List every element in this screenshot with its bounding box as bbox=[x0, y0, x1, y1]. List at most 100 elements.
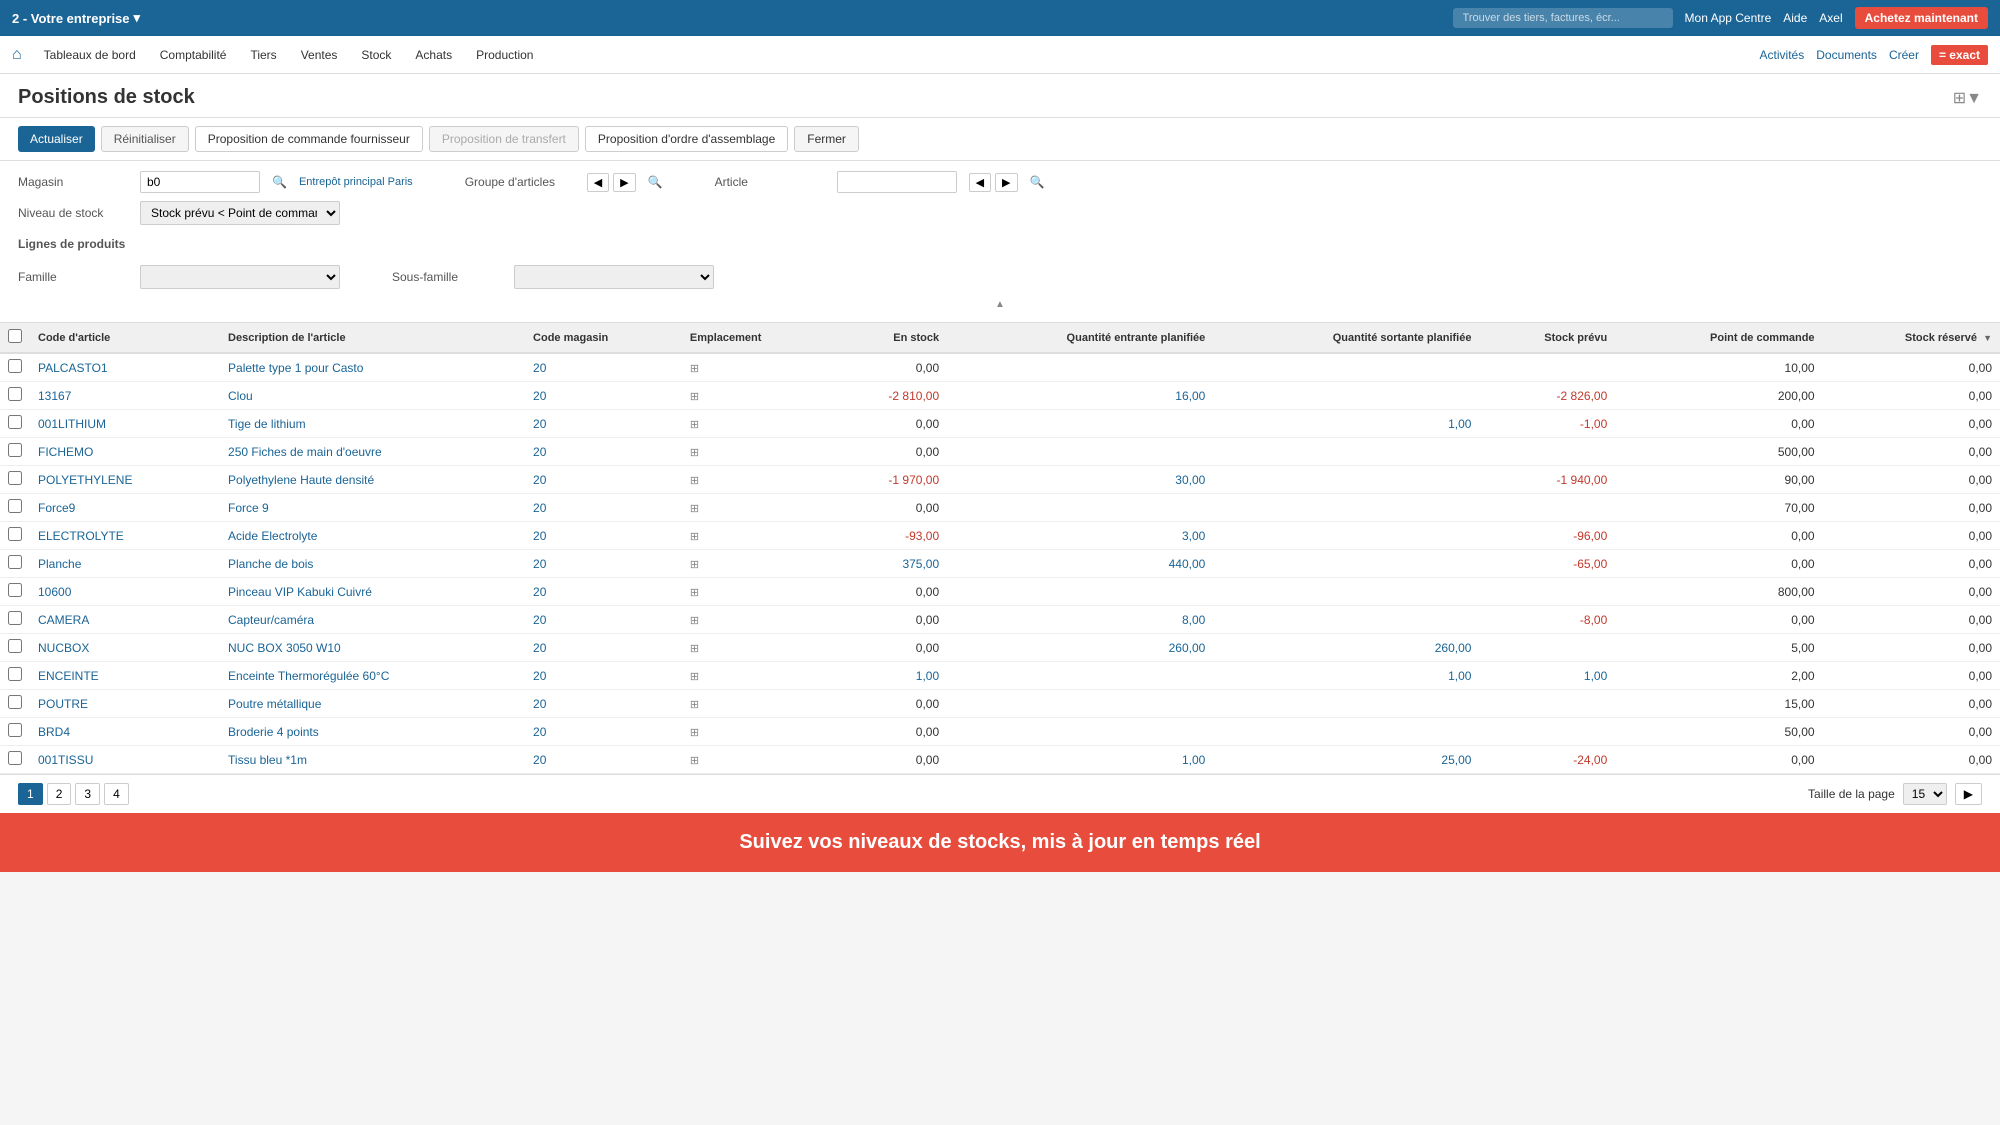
row-checkbox[interactable] bbox=[8, 471, 22, 485]
row-checkbox[interactable] bbox=[8, 387, 22, 401]
home-icon[interactable]: ⌂ bbox=[12, 46, 22, 64]
row-checkbox[interactable] bbox=[8, 723, 22, 737]
row-checkbox-cell[interactable] bbox=[0, 690, 30, 718]
row-emplacement[interactable]: ⊞ bbox=[682, 662, 833, 690]
row-checkbox-cell[interactable] bbox=[0, 578, 30, 606]
row-checkbox[interactable] bbox=[8, 667, 22, 681]
description-link[interactable]: Pinceau VIP Kabuki Cuivré bbox=[228, 585, 372, 599]
location-icon[interactable]: ⊞ bbox=[690, 503, 699, 515]
magasin-link[interactable]: 20 bbox=[533, 501, 546, 515]
magasin-link[interactable]: 20 bbox=[533, 557, 546, 571]
groupe-prev-button[interactable]: ◀ bbox=[587, 173, 609, 192]
row-emplacement[interactable]: ⊞ bbox=[682, 410, 833, 438]
magasin-link[interactable]: 20 bbox=[533, 613, 546, 627]
location-icon[interactable]: ⊞ bbox=[690, 699, 699, 711]
row-emplacement[interactable]: ⊞ bbox=[682, 382, 833, 410]
global-search-input[interactable] bbox=[1453, 8, 1673, 28]
nav-item-production[interactable]: Production bbox=[466, 42, 543, 68]
code-link[interactable]: Planche bbox=[38, 557, 81, 571]
code-link[interactable]: Force9 bbox=[38, 501, 75, 515]
row-checkbox-cell[interactable] bbox=[0, 410, 30, 438]
row-checkbox-cell[interactable] bbox=[0, 662, 30, 690]
location-icon[interactable]: ⊞ bbox=[690, 531, 699, 543]
row-emplacement[interactable]: ⊞ bbox=[682, 494, 833, 522]
code-link[interactable]: 001TISSU bbox=[38, 753, 93, 767]
description-link[interactable]: NUC BOX 3050 W10 bbox=[228, 641, 341, 655]
description-link[interactable]: Enceinte Thermorégulée 60°C bbox=[228, 669, 389, 683]
code-link[interactable]: POUTRE bbox=[38, 697, 88, 711]
row-emplacement[interactable]: ⊞ bbox=[682, 634, 833, 662]
location-icon[interactable]: ⊞ bbox=[690, 727, 699, 739]
magasin-input[interactable] bbox=[140, 171, 260, 193]
row-emplacement[interactable]: ⊞ bbox=[682, 578, 833, 606]
code-link[interactable]: POLYETHYLENE bbox=[38, 473, 132, 487]
magasin-link[interactable]: 20 bbox=[533, 585, 546, 599]
row-checkbox-cell[interactable] bbox=[0, 522, 30, 550]
code-link[interactable]: BRD4 bbox=[38, 725, 70, 739]
row-emplacement[interactable]: ⊞ bbox=[682, 718, 833, 746]
magasin-link[interactable]: 20 bbox=[533, 669, 546, 683]
description-link[interactable]: Tige de lithium bbox=[228, 417, 306, 431]
row-checkbox[interactable] bbox=[8, 639, 22, 653]
help-link[interactable]: Aide bbox=[1783, 11, 1807, 25]
col-stock-reserve[interactable]: Stock réservé ▼ bbox=[1823, 323, 2000, 353]
row-checkbox-cell[interactable] bbox=[0, 382, 30, 410]
row-checkbox-cell[interactable] bbox=[0, 353, 30, 382]
location-icon[interactable]: ⊞ bbox=[690, 671, 699, 683]
row-checkbox[interactable] bbox=[8, 555, 22, 569]
description-link[interactable]: Broderie 4 points bbox=[228, 725, 319, 739]
article-search-icon[interactable]: 🔍 bbox=[1030, 175, 1045, 189]
row-checkbox[interactable] bbox=[8, 751, 22, 765]
page-2-button[interactable]: 2 bbox=[47, 783, 72, 805]
code-link[interactable]: 13167 bbox=[38, 389, 71, 403]
row-checkbox[interactable] bbox=[8, 695, 22, 709]
location-icon[interactable]: ⊞ bbox=[690, 755, 699, 767]
article-next-button[interactable]: ▶ bbox=[995, 173, 1017, 192]
nav-item-tiers[interactable]: Tiers bbox=[240, 42, 286, 68]
page-1-button[interactable]: 1 bbox=[18, 783, 43, 805]
activites-link[interactable]: Activités bbox=[1760, 48, 1805, 62]
filter-collapse-button[interactable]: ▲ bbox=[18, 297, 1982, 312]
row-checkbox[interactable] bbox=[8, 415, 22, 429]
row-emplacement[interactable]: ⊞ bbox=[682, 746, 833, 774]
row-checkbox-cell[interactable] bbox=[0, 550, 30, 578]
nav-item-tableaux[interactable]: Tableaux de bord bbox=[34, 42, 146, 68]
page-next-arrow[interactable]: ▶ bbox=[1955, 783, 1982, 805]
row-checkbox-cell[interactable] bbox=[0, 494, 30, 522]
row-checkbox[interactable] bbox=[8, 499, 22, 513]
magasin-link[interactable]: 20 bbox=[533, 417, 546, 431]
description-link[interactable]: 250 Fiches de main d'oeuvre bbox=[228, 445, 382, 459]
niveau-stock-select[interactable]: Stock prévu < Point de commande Tous En … bbox=[140, 201, 340, 225]
magasin-link[interactable]: 20 bbox=[533, 473, 546, 487]
description-link[interactable]: Palette type 1 pour Casto bbox=[228, 361, 363, 375]
groupe-next-button[interactable]: ▶ bbox=[613, 173, 635, 192]
page-3-button[interactable]: 3 bbox=[75, 783, 100, 805]
magasin-search-icon[interactable]: 🔍 bbox=[272, 175, 287, 189]
magasin-link[interactable]: 20 bbox=[533, 361, 546, 375]
description-link[interactable]: Clou bbox=[228, 389, 253, 403]
row-checkbox[interactable] bbox=[8, 583, 22, 597]
sous-famille-select[interactable] bbox=[514, 265, 714, 289]
row-emplacement[interactable]: ⊞ bbox=[682, 606, 833, 634]
code-link[interactable]: 10600 bbox=[38, 585, 71, 599]
row-checkbox-cell[interactable] bbox=[0, 438, 30, 466]
code-link[interactable]: ELECTROLYTE bbox=[38, 529, 124, 543]
documents-link[interactable]: Documents bbox=[1816, 48, 1877, 62]
row-emplacement[interactable]: ⊞ bbox=[682, 438, 833, 466]
magasin-link[interactable]: 20 bbox=[533, 725, 546, 739]
row-checkbox[interactable] bbox=[8, 359, 22, 373]
description-link[interactable]: Force 9 bbox=[228, 501, 269, 515]
row-checkbox-cell[interactable] bbox=[0, 466, 30, 494]
row-emplacement[interactable]: ⊞ bbox=[682, 353, 833, 382]
row-checkbox-cell[interactable] bbox=[0, 718, 30, 746]
row-checkbox[interactable] bbox=[8, 443, 22, 457]
row-emplacement[interactable]: ⊞ bbox=[682, 690, 833, 718]
location-icon[interactable]: ⊞ bbox=[690, 587, 699, 599]
magasin-link[interactable]: 20 bbox=[533, 529, 546, 543]
code-link[interactable]: 001LITHIUM bbox=[38, 417, 106, 431]
nav-item-stock[interactable]: Stock bbox=[351, 42, 401, 68]
description-link[interactable]: Poutre métallique bbox=[228, 697, 321, 711]
company-selector[interactable]: 2 - Votre entreprise ▾ bbox=[12, 10, 140, 26]
description-link[interactable]: Planche de bois bbox=[228, 557, 313, 571]
location-icon[interactable]: ⊞ bbox=[690, 475, 699, 487]
